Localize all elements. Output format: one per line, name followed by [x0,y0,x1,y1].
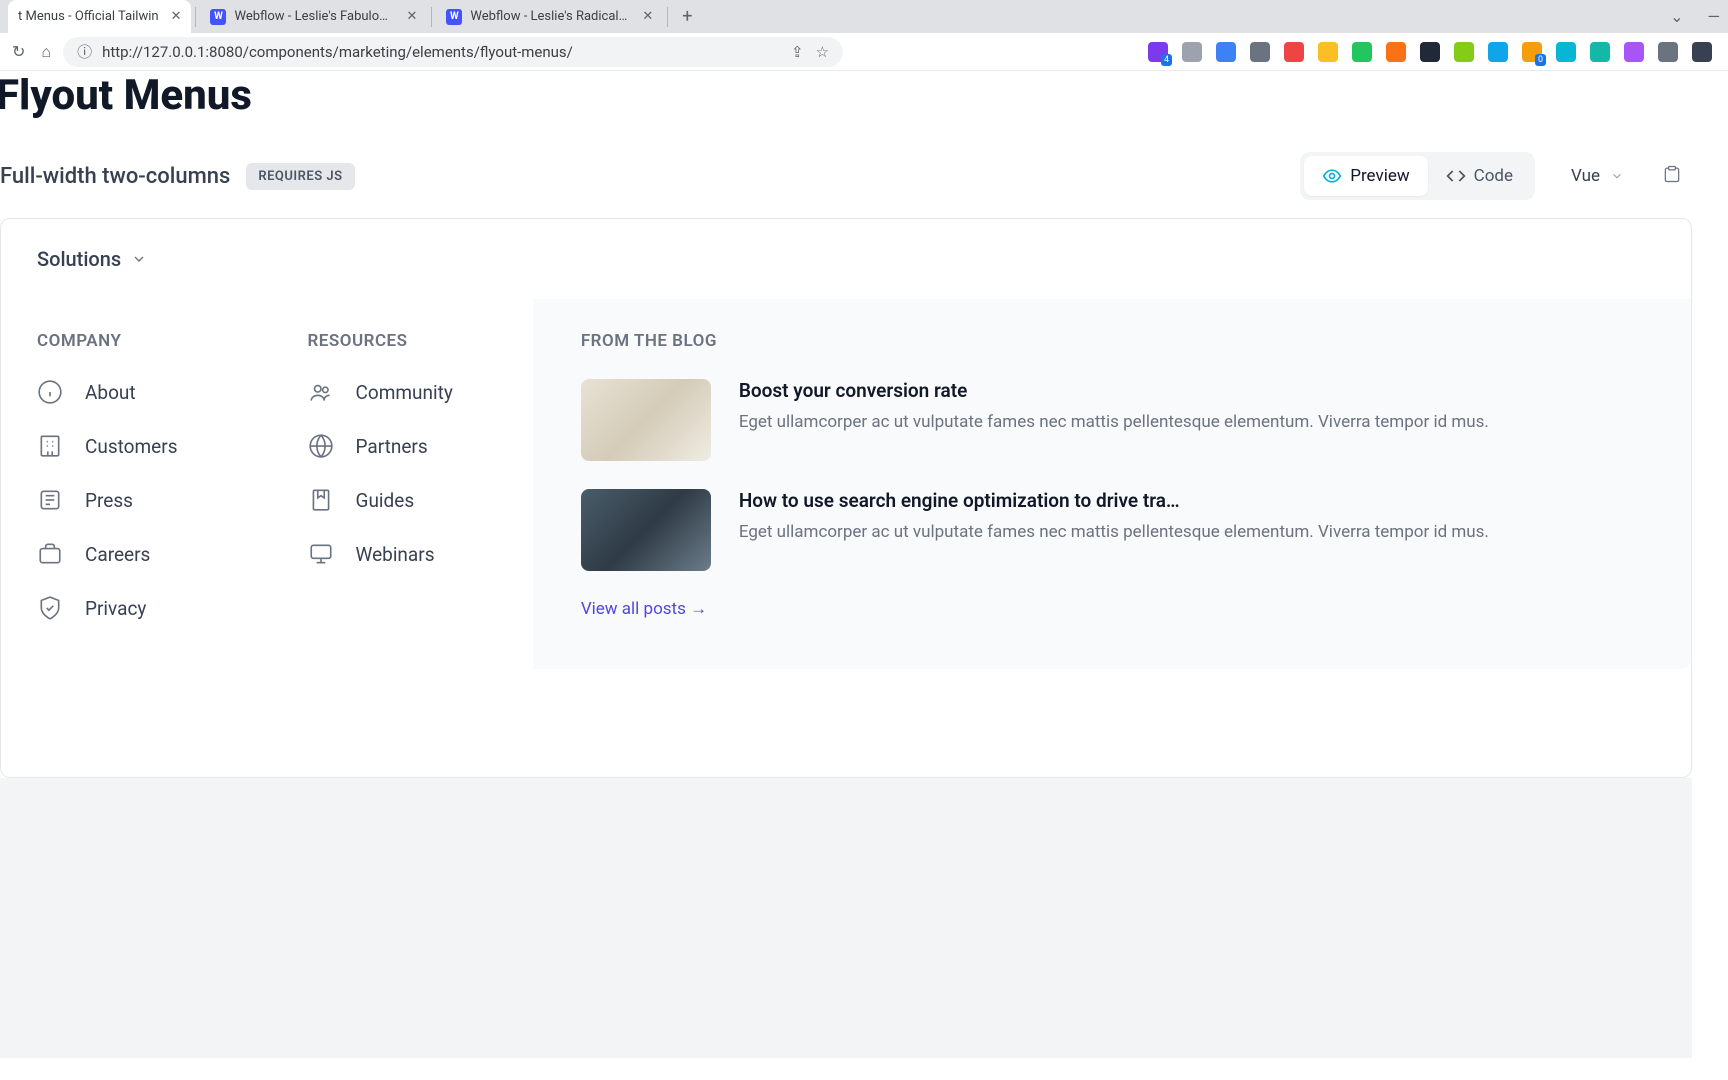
preview-button[interactable]: Preview [1304,156,1427,196]
extension-icon[interactable] [1692,42,1712,62]
preview-code-toggle: Preview Code [1300,152,1535,200]
close-icon[interactable]: ✕ [171,9,182,24]
below-spacer [0,778,1692,1058]
extension-badge: 4 [1161,54,1172,66]
view-all-link[interactable]: View all posts → [581,599,1655,619]
url-bar[interactable]: ⓘ http://127.0.0.1:8080/components/marke… [63,37,843,67]
extension-icon[interactable] [1658,42,1678,62]
section-name: Full-width two-columns [0,164,230,189]
solutions-trigger[interactable]: Solutions [1,219,1691,299]
close-icon[interactable]: ✕ [642,9,653,24]
column-title: COMPANY [37,331,178,351]
blog-item[interactable]: Boost your conversion rate Eget ullamcor… [581,379,1655,461]
section-header: Full-width two-columns REQUIRES JS Previ… [0,138,1728,218]
close-icon[interactable]: ✕ [406,9,417,24]
users-icon [308,379,334,405]
info-icon [37,379,63,405]
bookmark-icon[interactable]: ☆ [816,43,829,61]
extension-icon[interactable] [1216,42,1236,62]
extension-icon[interactable] [1454,42,1474,62]
url-text: http://127.0.0.1:8080/components/marketi… [102,43,573,61]
browser-tab-active[interactable]: t Menus - Official Tailwin ✕ [8,0,191,33]
resources-item-guides[interactable]: Guides [308,487,453,513]
company-column: COMPANY About Customers Press Careers Privac… [37,331,178,621]
browser-tab[interactable]: W Webflow - Leslie's Fabulous Si ✕ [200,0,427,33]
briefcase-icon [37,541,63,567]
monitor-icon [308,541,334,567]
newspaper-icon [37,487,63,513]
requires-js-badge: REQUIRES JS [246,163,354,190]
extension-icon[interactable] [1420,42,1440,62]
chevron-down-icon [131,251,147,267]
webflow-favicon: W [210,9,226,25]
page-heading: Flyout Menus [0,71,1728,138]
tab-title: Webflow - Leslie's Radical Site [470,9,630,24]
copy-button[interactable] [1652,154,1692,198]
extension-icon[interactable] [1284,42,1304,62]
bookmark-icon [308,487,334,513]
company-item-careers[interactable]: Careers [37,541,178,567]
blog-desc: Eget ullamcorper ac ut vulputate fames n… [739,410,1489,436]
blog-item[interactable]: How to use search engine optimization to… [581,489,1655,571]
resources-column: RESOURCES Community Partners Guides Webinar… [308,331,453,621]
code-icon [1446,166,1466,186]
blog-title: How to use search engine optimization to… [739,489,1489,512]
blog-column: FROM THE BLOG Boost your conversion rate… [533,299,1691,669]
eye-icon [1322,166,1342,186]
resources-item-community[interactable]: Community [308,379,453,405]
browser-tab-strip: t Menus - Official Tailwin ✕ W Webflow -… [0,0,1728,33]
tab-title: t Menus - Official Tailwin [18,9,159,24]
minimize-icon[interactable]: — [1708,7,1721,26]
blog-desc: Eget ullamcorper ac ut vulputate fames n… [739,520,1489,546]
company-item-press[interactable]: Press [37,487,178,513]
preview-frame: Solutions COMPANY About Customers Press Car… [0,218,1692,778]
extension-icon[interactable] [1488,42,1508,62]
building-icon [37,433,63,459]
extension-icon[interactable]: 0 [1522,42,1542,62]
blog-thumbnail [581,379,711,461]
company-item-privacy[interactable]: Privacy [37,595,178,621]
extension-badge: 0 [1535,54,1546,66]
column-title: RESOURCES [308,331,453,351]
company-item-customers[interactable]: Customers [37,433,178,459]
extension-icon[interactable] [1318,42,1338,62]
chevron-down-icon [1610,169,1624,183]
page-content: Flyout Menus Full-width two-columns REQU… [0,71,1728,1080]
blog-title: Boost your conversion rate [739,379,1489,402]
blog-thumbnail [581,489,711,571]
browser-tab[interactable]: W Webflow - Leslie's Radical Site ✕ [436,0,663,33]
new-tab-button[interactable]: + [682,6,692,27]
extension-icon[interactable] [1624,42,1644,62]
shield-icon [37,595,63,621]
tabs-dropdown-icon[interactable]: ⌄ [1670,7,1683,26]
tab-title: Webflow - Leslie's Fabulous Si [234,9,394,24]
extension-icon[interactable] [1556,42,1576,62]
flyout-panel: COMPANY About Customers Press Careers Privac… [1,299,1691,669]
site-info-icon[interactable]: ⓘ [77,41,92,62]
home-icon[interactable]: ⌂ [37,38,55,66]
browser-toolbar: ↻ ⌂ ⓘ http://127.0.0.1:8080/components/m… [0,33,1728,71]
code-button[interactable]: Code [1428,156,1531,196]
share-icon[interactable]: ⇪ [791,43,804,61]
webflow-favicon: W [446,9,462,25]
globe-icon [308,433,334,459]
extension-icon[interactable] [1590,42,1610,62]
clipboard-icon [1662,164,1682,184]
extension-icon[interactable] [1352,42,1372,62]
extension-icon[interactable] [1250,42,1270,62]
extensions-area: 40 [1148,42,1720,62]
resources-item-partners[interactable]: Partners [308,433,453,459]
framework-select[interactable]: Vue [1551,156,1644,196]
company-item-about[interactable]: About [37,379,178,405]
extension-icon[interactable]: 4 [1148,42,1168,62]
reload-icon[interactable]: ↻ [8,38,29,65]
column-title: FROM THE BLOG [581,331,1655,351]
extension-icon[interactable] [1182,42,1202,62]
resources-item-webinars[interactable]: Webinars [308,541,453,567]
extension-icon[interactable] [1386,42,1406,62]
